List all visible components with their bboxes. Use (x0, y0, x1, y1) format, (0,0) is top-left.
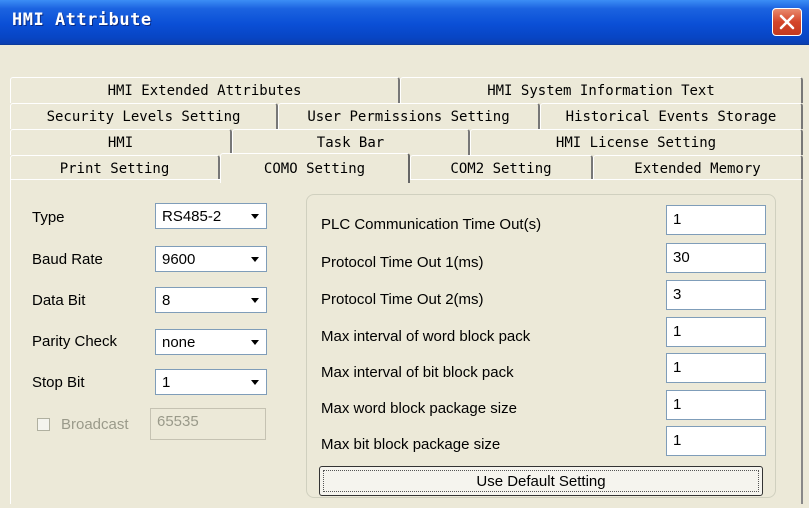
baud-rate-select[interactable]: 9600 (155, 246, 267, 272)
stop-bit-value: 1 (162, 374, 171, 391)
param-value: 1 (673, 359, 682, 376)
word-block-size-input[interactable]: 1 (666, 390, 766, 420)
chevron-down-icon (246, 206, 264, 226)
param-label: PLC Communication Time Out(s) (321, 216, 542, 233)
tab-task-bar[interactable]: Task Bar (232, 129, 470, 155)
chevron-down-icon (246, 332, 264, 352)
tab-com2-setting[interactable]: COM2 Setting (410, 155, 593, 181)
tab-como-setting[interactable]: COMO Setting (220, 153, 410, 183)
param-label: Max interval of word block pack (321, 328, 531, 345)
parity-check-select[interactable]: none (155, 329, 267, 355)
param-label: Protocol Time Out 2(ms) (321, 291, 484, 308)
data-bit-value: 8 (162, 292, 171, 309)
broadcast-address-field: 65535 (150, 408, 266, 440)
type-select[interactable]: RS485-2 (155, 203, 267, 229)
param-value: 1 (673, 396, 682, 413)
data-bit-select[interactable]: 8 (155, 287, 267, 313)
param-value: 1 (673, 323, 682, 340)
title-bar: HMI Attribute (0, 0, 809, 45)
param-value: 3 (673, 286, 682, 303)
param-value: 1 (673, 432, 682, 449)
broadcast-label: Broadcast (61, 416, 129, 433)
tab-extended-memory[interactable]: Extended Memory (593, 155, 803, 181)
data-bit-label: Data Bit (32, 292, 86, 309)
use-default-setting-button[interactable]: Use Default Setting (319, 466, 763, 496)
param-label: Max word block package size (321, 400, 517, 417)
close-button[interactable] (772, 8, 802, 36)
param-value: 1 (673, 211, 682, 228)
baud-rate-label: Baud Rate (32, 251, 103, 268)
chevron-down-icon (246, 290, 264, 310)
bit-block-interval-input[interactable]: 1 (666, 353, 766, 383)
tab-hmi[interactable]: HMI (10, 129, 232, 155)
stop-bit-select[interactable]: 1 (155, 369, 267, 395)
chevron-down-icon (246, 372, 264, 392)
word-block-interval-input[interactable]: 1 (666, 317, 766, 347)
param-label: Protocol Time Out 1(ms) (321, 254, 484, 271)
broadcast-checkbox[interactable] (37, 418, 50, 431)
bit-block-size-input[interactable]: 1 (666, 426, 766, 456)
protocol-timeout-2-input[interactable]: 3 (666, 280, 766, 310)
protocol-timeout-1-input[interactable]: 30 (666, 243, 766, 273)
parity-check-label: Parity Check (32, 333, 118, 350)
stop-bit-label: Stop Bit (32, 374, 85, 391)
tab-print-setting[interactable]: Print Setting (10, 155, 220, 181)
tab-security-levels-setting[interactable]: Security Levels Setting (10, 103, 278, 129)
parity-check-value: none (162, 334, 196, 351)
broadcast-address-value: 65535 (157, 413, 199, 430)
chevron-down-icon (246, 249, 264, 269)
tab-hmi-license-setting[interactable]: HMI License Setting (470, 129, 803, 155)
type-value: RS485-2 (162, 208, 222, 225)
plc-timeout-input[interactable]: 1 (666, 205, 766, 235)
tab-hmi-system-information-text[interactable]: HMI System Information Text (400, 77, 803, 103)
window-title: HMI Attribute (12, 10, 152, 30)
tab-historical-events-storage[interactable]: Historical Events Storage (540, 103, 803, 129)
baud-rate-value: 9600 (162, 251, 196, 268)
tab-hmi-extended-attributes[interactable]: HMI Extended Attributes (10, 77, 400, 103)
tab-user-permissions-setting[interactable]: User Permissions Setting (278, 103, 540, 129)
use-default-setting-label: Use Default Setting (476, 473, 606, 490)
param-label: Max bit block package size (321, 436, 501, 453)
param-label: Max interval of bit block pack (321, 364, 514, 381)
close-icon (779, 14, 795, 30)
type-label: Type (32, 209, 65, 226)
param-value: 30 (673, 249, 690, 266)
